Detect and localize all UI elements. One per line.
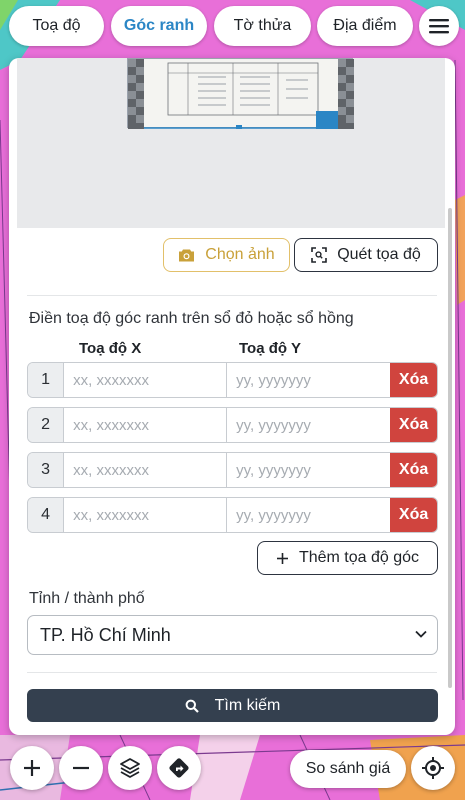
directions-button[interactable] (157, 746, 201, 790)
province-select[interactable]: TP. Hồ Chí Minh (27, 615, 438, 655)
province-label: Tỉnh / thành phố (29, 590, 145, 607)
delete-row-button[interactable]: Xóa (390, 408, 437, 442)
add-corner-label: Thêm tọa độ góc (298, 549, 420, 566)
hamburger-menu-icon (429, 19, 449, 34)
plus-icon (276, 552, 288, 564)
compare-price-button[interactable]: So sánh giá (290, 750, 406, 788)
choose-photo-label: Chọn ảnh (205, 246, 275, 263)
search-button[interactable]: Tìm kiếm (27, 689, 438, 722)
chevron-down-icon (415, 630, 427, 638)
minus-icon (73, 766, 89, 770)
delete-row-button[interactable]: Xóa (390, 498, 437, 532)
x-coordinate-input[interactable] (64, 453, 228, 487)
delete-row-button[interactable]: Xóa (390, 453, 437, 487)
tab-dia-diem[interactable]: Địa điểm (317, 6, 413, 46)
coordinate-row: 4 Xóa (27, 497, 438, 533)
zoom-out-button[interactable] (59, 746, 103, 790)
tab-to-thua[interactable]: Tờ thửa (214, 6, 311, 46)
photo-preview-area (17, 58, 445, 228)
column-header-y: Toạ độ Y (239, 340, 301, 357)
tab-goc-ranh[interactable]: Góc ranh (111, 6, 207, 46)
province-value: TP. Hồ Chí Minh (40, 624, 171, 645)
camera-icon (179, 249, 195, 262)
row-index: 3 (28, 453, 65, 487)
y-coordinate-input[interactable] (227, 498, 391, 532)
section-divider (27, 672, 437, 673)
x-coordinate-input[interactable] (64, 408, 228, 442)
x-coordinate-input[interactable] (64, 363, 228, 397)
scan-coordinates-label: Quét tọa độ (337, 246, 421, 263)
plus-icon (24, 760, 40, 776)
instruction-text: Điền toạ độ góc ranh trên sổ đỏ hoặc sổ … (29, 310, 354, 327)
row-index: 1 (28, 363, 65, 397)
row-index: 4 (28, 498, 65, 532)
scan-coordinates-button[interactable]: Quét tọa độ (294, 238, 438, 272)
locate-me-button[interactable] (411, 746, 455, 790)
panel-scrollbar[interactable] (448, 208, 452, 688)
layers-button[interactable] (108, 746, 152, 790)
column-header-x: Toạ độ X (79, 340, 142, 357)
section-divider (27, 295, 437, 296)
y-coordinate-input[interactable] (227, 408, 391, 442)
add-corner-button[interactable]: Thêm tọa độ góc (257, 541, 438, 575)
y-coordinate-input[interactable] (227, 453, 391, 487)
y-coordinate-input[interactable] (227, 363, 391, 397)
scan-frame-icon (311, 247, 327, 263)
crosshair-locate-icon (422, 757, 444, 779)
zoom-in-button[interactable] (10, 746, 54, 790)
document-table-image (128, 59, 354, 131)
tab-toa-do[interactable]: Toạ độ (9, 6, 104, 46)
magnifier-icon (185, 699, 199, 713)
row-index: 2 (28, 408, 65, 442)
delete-row-button[interactable]: Xóa (390, 363, 437, 397)
coordinate-row: 1 Xóa (27, 362, 438, 398)
directions-icon (169, 758, 189, 778)
mode-tabs: Toạ độ Góc ranh Tờ thửa Địa điểm (9, 6, 459, 46)
search-label: Tìm kiếm (214, 696, 281, 714)
x-coordinate-input[interactable] (64, 498, 228, 532)
menu-button[interactable] (419, 6, 459, 46)
layers-icon (120, 758, 140, 778)
coordinate-row: 3 Xóa (27, 452, 438, 488)
coordinate-row: 2 Xóa (27, 407, 438, 443)
document-photo (127, 58, 354, 131)
corner-coordinates-panel: Chọn ảnh Quét tọa độ Điền toạ độ góc ran… (9, 58, 455, 735)
choose-photo-button[interactable]: Chọn ảnh (163, 238, 290, 272)
